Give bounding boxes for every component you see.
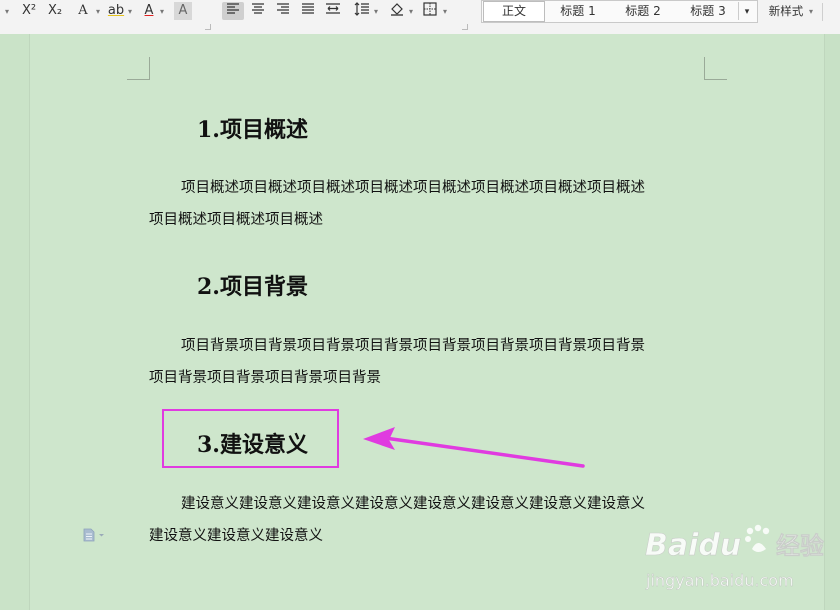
align-center-icon	[252, 3, 264, 14]
justify-icon	[302, 3, 314, 14]
style-gallery-more-button[interactable]: ▾	[738, 2, 755, 20]
watermark-url: jingyan.baidu.com	[645, 571, 794, 590]
body-line: 项目概述项目概述项目概述	[149, 211, 323, 228]
align-center-button[interactable]	[248, 2, 268, 20]
section-body-3[interactable]: 建设意义建设意义建设意义建设意义建设意义建设意义建设意义建设意义 建设意义建设意…	[149, 489, 709, 552]
dropdown-arrow-icon[interactable]: ▾	[441, 2, 449, 20]
char-shading-button[interactable]: A	[174, 2, 192, 20]
body-line: 建设意义建设意义建设意义建设意义建设意义建设意义建设意义建设意义	[181, 496, 645, 512]
distributed-align-icon	[326, 3, 340, 14]
highlight-button[interactable]: ab	[106, 2, 126, 20]
dropdown-arrow-icon[interactable]: ▾	[372, 2, 380, 20]
toolbar-divider	[822, 3, 823, 21]
group-expander-icon[interactable]	[462, 24, 468, 30]
borders-icon	[423, 2, 437, 16]
toolbar-overflow-chevron-icon[interactable]: ▾	[0, 2, 14, 20]
align-right-icon	[277, 3, 289, 14]
body-line: 建设意义建设意义建设意义	[149, 527, 323, 544]
superscript-button[interactable]: X²	[18, 2, 40, 20]
distributed-button[interactable]	[323, 2, 343, 20]
dropdown-arrow-icon[interactable]: ▾	[158, 2, 166, 20]
align-left-button[interactable]	[222, 2, 244, 20]
paint-bucket-icon	[391, 3, 403, 16]
annotation-highlight-box	[162, 409, 339, 468]
dropdown-arrow-icon[interactable]: ▾	[94, 2, 102, 20]
formatting-toolbar: ▾ X² X₂ A ▾ ab ▾ A ▾ A ▾ ▾ ▾ 正文 标题 1 标题 …	[0, 0, 840, 35]
annotation-arrow	[363, 427, 585, 468]
style-heading2-button[interactable]: 标题 2	[617, 1, 669, 21]
paste-options-icon[interactable]	[82, 527, 106, 542]
style-normal-button[interactable]: 正文	[483, 1, 545, 21]
dropdown-arrow-icon[interactable]: ▾	[126, 2, 134, 20]
dropdown-arrow-icon[interactable]: ▾	[407, 2, 415, 20]
paw-icon	[745, 524, 770, 552]
line-spacing-icon	[354, 2, 369, 16]
section-heading-2[interactable]: 2.项目背景	[197, 269, 308, 301]
dropdown-arrow-icon[interactable]: ▾	[807, 2, 815, 20]
align-left-icon	[227, 3, 239, 14]
group-expander-icon[interactable]	[205, 24, 211, 30]
subscript-button[interactable]: X₂	[44, 2, 66, 20]
text-effect-button[interactable]: A	[72, 2, 94, 20]
body-line: 项目背景项目背景项目背景项目背景项目背景项目背景项目背景项目背景	[181, 338, 645, 354]
page-corner-mark-right	[704, 57, 727, 80]
document-margin-left	[0, 34, 30, 610]
line-spacing-button[interactable]	[350, 2, 374, 20]
font-color-button[interactable]: A	[140, 2, 158, 20]
watermark-brand: Baidu	[645, 528, 741, 563]
align-right-button[interactable]	[273, 2, 293, 20]
section-body-1[interactable]: 项目概述项目概述项目概述项目概述项目概述项目概述项目概述项目概述 项目概述项目概…	[149, 173, 709, 236]
style-heading3-button[interactable]: 标题 3	[682, 1, 734, 21]
new-style-button[interactable]: 新样式	[760, 1, 812, 21]
section-body-2[interactable]: 项目背景项目背景项目背景项目背景项目背景项目背景项目背景项目背景 项目背景项目背…	[149, 331, 709, 394]
page-corner-mark-left	[127, 57, 150, 80]
justify-button[interactable]	[298, 2, 318, 20]
body-line: 项目背景项目背景项目背景项目背景	[149, 369, 381, 386]
watermark-product: 经验	[776, 532, 824, 560]
style-heading1-button[interactable]: 标题 1	[552, 1, 604, 21]
body-line: 项目概述项目概述项目概述项目概述项目概述项目概述项目概述项目概述	[181, 180, 645, 196]
borders-button[interactable]	[419, 2, 441, 20]
baidu-jingyan-watermark: Baidu 经验 jingyan.baidu.com	[645, 524, 824, 590]
section-heading-1[interactable]: 1.项目概述	[197, 112, 308, 144]
shading-button[interactable]	[386, 2, 408, 20]
document-icon	[83, 528, 104, 542]
